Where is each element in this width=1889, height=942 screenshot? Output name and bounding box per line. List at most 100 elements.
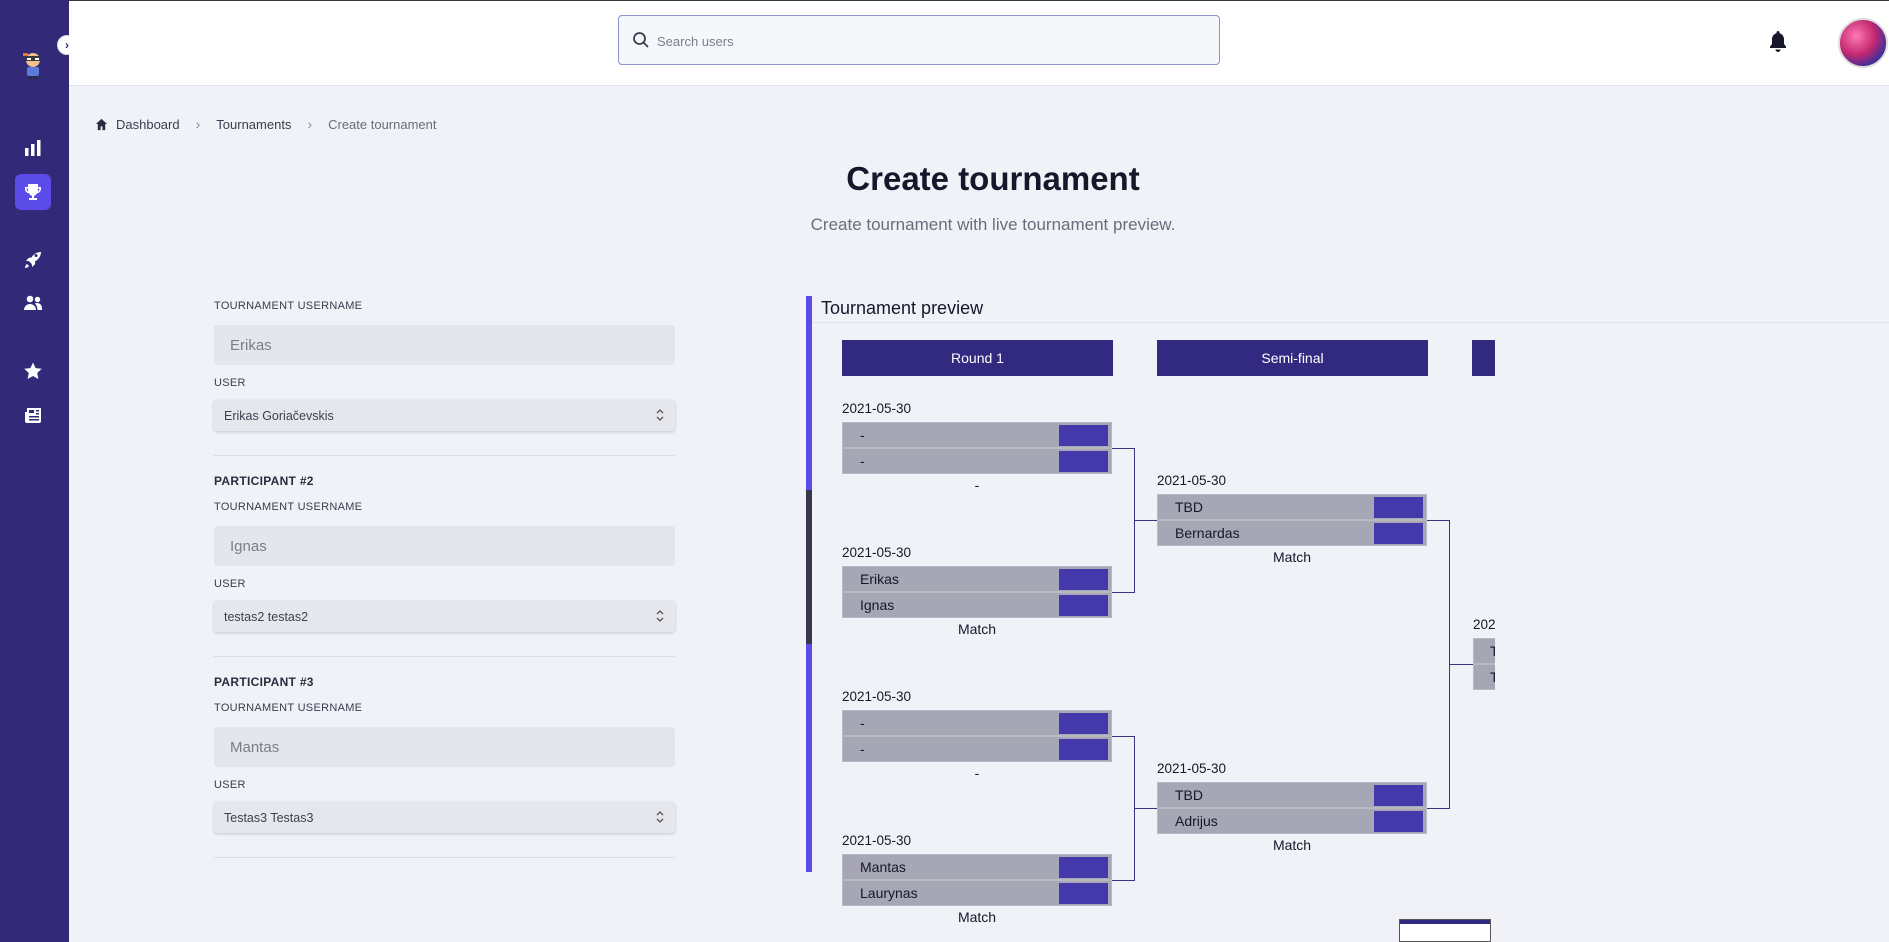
bracket-connector [1427,808,1450,809]
divider [214,455,675,456]
search-bar[interactable] [618,15,1220,65]
ninja-logo-icon [23,53,40,79]
score-box [1059,883,1108,904]
user-select-value: Erikas Goriačevskis [224,408,334,423]
round-header: Semi-final [1157,340,1428,376]
divider [214,656,675,657]
team-name: T [1490,643,1495,659]
sidebar-item-launch[interactable] [15,242,51,278]
team-name: Erikas [860,571,899,587]
match-label: Match [957,909,997,925]
team-slot[interactable]: Adrijus [1157,808,1427,834]
tournament-username-input[interactable]: Mantas [214,727,675,767]
round-header: Round 1 [842,340,1113,376]
match-date: 2021-05-30 [1157,473,1227,488]
select-caret-icon [656,811,664,823]
sidebar-item-users[interactable] [15,285,51,321]
team-slot[interactable]: T [1473,638,1495,664]
team-slot[interactable]: - [842,736,1112,762]
bracket-connector [1449,664,1473,665]
search-icon [633,32,649,48]
tournament-username-input[interactable]: Ignas [214,526,675,566]
match-label: Match [1272,837,1312,853]
user-select[interactable]: Erikas Goriačevskis [214,400,675,431]
bracket-connector [1134,808,1157,809]
team-slot[interactable]: Bernardas [1157,520,1427,546]
rocket-icon [25,252,41,268]
chevron-right-icon: › [307,116,313,132]
breadcrumb-tournaments[interactable]: Tournaments [216,117,291,132]
team-name: TBD [1175,787,1203,803]
bracket-connector [1112,448,1135,449]
team-name: - [860,741,865,757]
user-select-value: testas2 testas2 [224,609,309,624]
team-name: - [860,715,865,731]
team-slot[interactable]: Ignas [842,592,1112,618]
tournament-username-label: TOURNAMENT USERNAME [214,501,363,513]
team-slot[interactable]: - [842,710,1112,736]
select-caret-icon [656,409,664,421]
team-name: Adrijus [1175,813,1218,829]
team-name: Laurynas [860,885,918,901]
user-select-value: Testas3 Testas3 [224,810,314,825]
search-input[interactable] [657,28,1197,54]
team-slot[interactable]: - [842,448,1112,474]
page-title: Create tournament [846,160,1140,197]
user-label: USER [214,377,246,389]
tournament-username-input[interactable]: Erikas [214,325,675,365]
tournament-username-label: TOURNAMENT USERNAME [214,300,363,312]
user-select[interactable]: testas2 testas2 [214,601,675,632]
sidebar-item-news[interactable] [15,397,51,433]
score-box [1374,811,1423,832]
bracket-connector [1112,736,1135,737]
score-box [1059,595,1108,616]
team-name: TBD [1175,499,1203,515]
sidebar-item-favorites[interactable] [15,353,51,389]
notifications-button[interactable] [1767,29,1789,53]
chevron-right-icon: › [195,116,201,132]
user-label: USER [214,779,246,791]
team-slot[interactable]: Mantas [842,854,1112,880]
tournament-username-label: TOURNAMENT USERNAME [214,702,363,714]
bracket-connector [1134,520,1157,521]
select-caret-icon [656,610,664,622]
participant-3-title: PARTICIPANT #3 [214,675,314,689]
team-slot[interactable]: Erikas [842,566,1112,592]
score-box [1059,857,1108,878]
team-name: Ignas [860,597,895,613]
team-name: Bernardas [1175,525,1240,541]
match-label: Match [1272,549,1312,565]
home-icon [95,118,108,130]
team-slot[interactable]: - [842,422,1112,448]
user-label: USER [214,578,246,590]
user-select[interactable]: Testas3 Testas3 [214,802,675,833]
app-logo[interactable] [20,50,46,80]
match-label: - [974,765,980,781]
sidebar: › [0,0,77,942]
breadcrumb-dashboard[interactable]: Dashboard [116,117,180,132]
score-box [1374,523,1423,544]
match-date: 2021-05-30 [1157,761,1227,776]
score-box [1059,569,1108,590]
bell-icon [1770,31,1786,52]
score-box [1059,425,1108,446]
newspaper-icon [25,408,41,423]
team-name: T [1490,669,1495,685]
score-box [1059,739,1108,760]
user-avatar[interactable] [1838,18,1888,68]
team-name: Mantas [860,859,906,875]
page-subtitle: Create tournament with live tournament p… [810,215,1176,234]
team-slot[interactable]: TBD [1157,494,1427,520]
match-date: 202 [1473,617,1495,632]
preview-title: Tournament preview [821,298,984,318]
final-match-partial: 202 T T [1473,600,1495,690]
team-name: - [860,427,865,443]
team-slot[interactable]: T [1473,664,1495,690]
bracket-minimap[interactable] [1399,919,1491,942]
round-header-partial [1472,340,1495,376]
divider [214,857,675,858]
team-slot[interactable]: Laurynas [842,880,1112,906]
top-header [69,0,1889,86]
team-slot[interactable]: TBD [1157,782,1427,808]
match-date: 2021-05-30 [842,401,912,416]
